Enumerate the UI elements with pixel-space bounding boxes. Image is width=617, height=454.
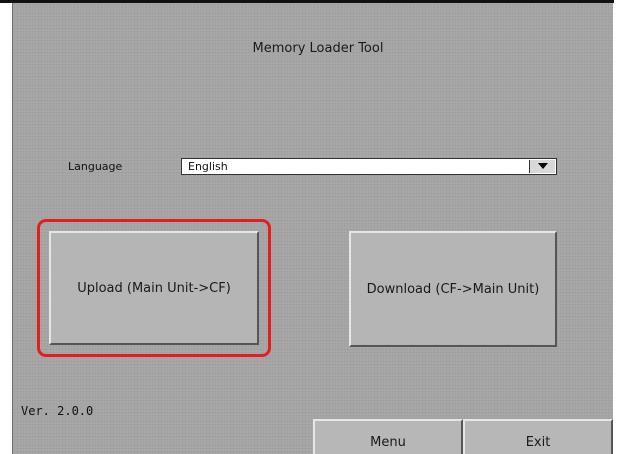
language-select[interactable]: English [181, 158, 557, 175]
exit-button[interactable]: Exit [463, 419, 613, 454]
dropdown-arrow-icon[interactable] [529, 160, 555, 173]
screenshot-frame: Memory Loader Tool Language English Uplo… [0, 0, 617, 454]
version-label: Ver. 2.0.0 [21, 404, 94, 418]
download-button[interactable]: Download (CF->Main Unit) [349, 231, 557, 347]
hmi-screen: Memory Loader Tool Language English Uplo… [12, 3, 613, 454]
language-selected-value: English [188, 160, 228, 173]
upload-button[interactable]: Upload (Main Unit->CF) [49, 231, 259, 345]
app-title: Memory Loader Tool [252, 41, 384, 56]
language-label: Language [68, 160, 123, 173]
menu-button[interactable]: Menu [313, 419, 463, 454]
